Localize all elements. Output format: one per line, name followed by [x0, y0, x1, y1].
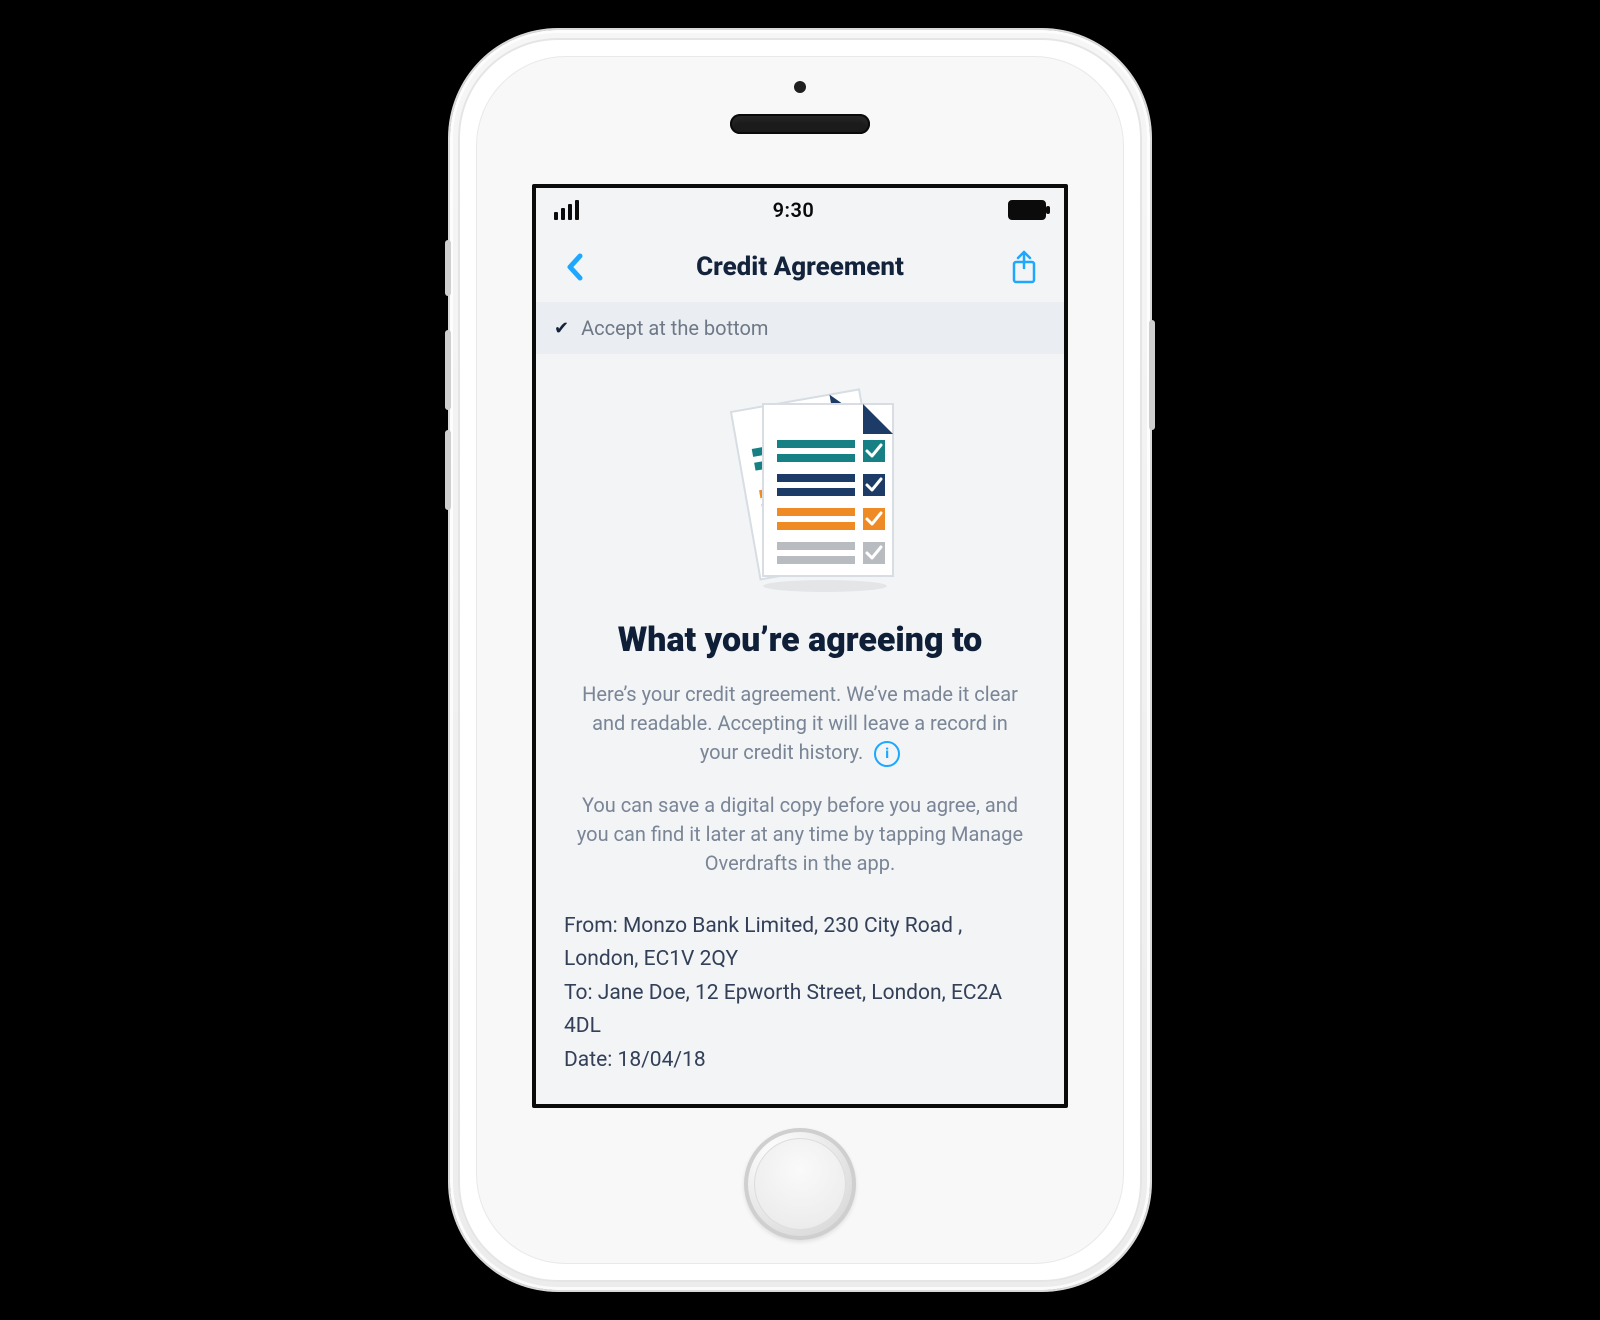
status-bar: 9:30: [536, 188, 1064, 232]
battery-icon: [1008, 200, 1046, 220]
volume-up-button: [445, 330, 451, 410]
back-button[interactable]: [552, 252, 600, 282]
info-icon[interactable]: i: [874, 741, 900, 767]
front-camera-icon: [794, 81, 806, 93]
signal-bars-icon: [554, 200, 579, 220]
documents-illustration-icon: [685, 388, 915, 598]
nav-title: Credit Agreement: [696, 252, 904, 282]
status-time: 9:30: [773, 198, 815, 222]
date-label: Date:: [564, 1048, 612, 1072]
app-screen: 9:30 Credit Agreement: [532, 184, 1068, 1108]
volume-down-button: [445, 430, 451, 510]
nav-bar: Credit Agreement: [536, 232, 1064, 302]
earpiece: [730, 114, 870, 134]
phone-frame: 9:30 Credit Agreement: [450, 30, 1150, 1290]
content[interactable]: What you’re agreeing to Here’s your cred…: [536, 354, 1064, 1089]
silence-switch: [445, 240, 451, 296]
intro-paragraph-1: Here’s your credit agreement. We’ve made…: [576, 680, 1024, 767]
from-value: Monzo Bank Limited, 230 City Road , Lond…: [564, 914, 962, 971]
phone-bezel: 9:30 Credit Agreement: [476, 56, 1124, 1264]
share-button[interactable]: [1000, 250, 1048, 284]
status-right: [1008, 200, 1046, 220]
stage: { "statusbar": { "time": "9:30" }, "nav"…: [0, 0, 1600, 1320]
from-label: From:: [564, 914, 618, 938]
date-row: Date: 18/04/18: [564, 1044, 1036, 1077]
banner-text: Accept at the bottom: [581, 316, 768, 340]
from-row: From: Monzo Bank Limited, 230 City Road …: [564, 910, 1036, 975]
home-button[interactable]: [744, 1128, 856, 1240]
to-row: To: Jane Doe, 12 Epworth Street, London,…: [564, 977, 1036, 1042]
chevron-left-icon: [566, 252, 586, 282]
agreement-details: From: Monzo Bank Limited, 230 City Road …: [564, 902, 1036, 1077]
page-heading: What you’re agreeing to: [564, 620, 1036, 660]
to-label: To:: [564, 981, 593, 1005]
share-icon: [1009, 250, 1039, 284]
intro-paragraph-2: You can save a digital copy before you a…: [576, 791, 1024, 878]
power-button: [1149, 320, 1155, 430]
status-left: [554, 200, 579, 220]
to-value: Jane Doe, 12 Epworth Street, London, EC2…: [564, 981, 1002, 1038]
intro-paragraph-1-text: Here’s your credit agreement. We’ve made…: [582, 682, 1018, 764]
accept-hint-banner: ✔ Accept at the bottom: [536, 302, 1064, 354]
check-icon: ✔: [554, 318, 569, 339]
phone-inner: 9:30 Credit Agreement: [458, 38, 1142, 1282]
illustration: [564, 376, 1036, 616]
date-value: 18/04/18: [618, 1048, 706, 1072]
